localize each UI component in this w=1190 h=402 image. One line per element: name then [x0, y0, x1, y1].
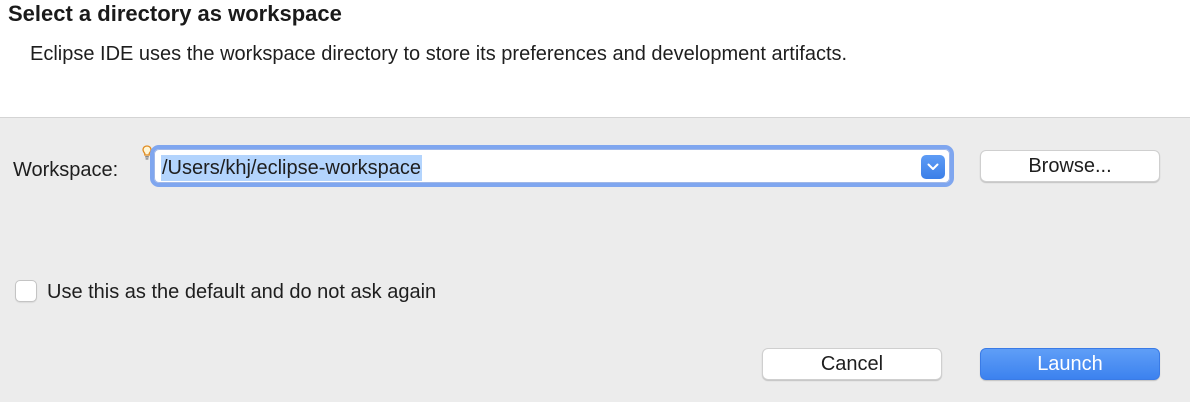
chevron-down-icon	[927, 163, 939, 170]
dialog-title: Select a directory as workspace	[8, 1, 342, 26]
dialog-description: Eclipse IDE uses the workspace directory…	[30, 43, 848, 65]
workspace-combo[interactable]: /Users/khj/eclipse-workspace	[150, 145, 954, 187]
workspace-launcher-dialog: Select a directory as workspace Eclipse …	[0, 0, 1190, 402]
workspace-label: Workspace:	[13, 159, 119, 181]
cancel-button[interactable]: Cancel	[762, 348, 942, 380]
default-workspace-checkbox-label[interactable]: Use this as the default and do not ask a…	[47, 281, 436, 304]
workspace-dropdown-button[interactable]	[921, 155, 945, 179]
default-workspace-checkbox[interactable]	[15, 280, 37, 302]
browse-button[interactable]: Browse...	[980, 150, 1160, 182]
dialog-header: Select a directory as workspace Eclipse …	[0, 0, 1190, 118]
workspace-path-input[interactable]: /Users/khj/eclipse-workspace	[161, 155, 422, 181]
launch-button[interactable]: Launch	[980, 348, 1160, 380]
